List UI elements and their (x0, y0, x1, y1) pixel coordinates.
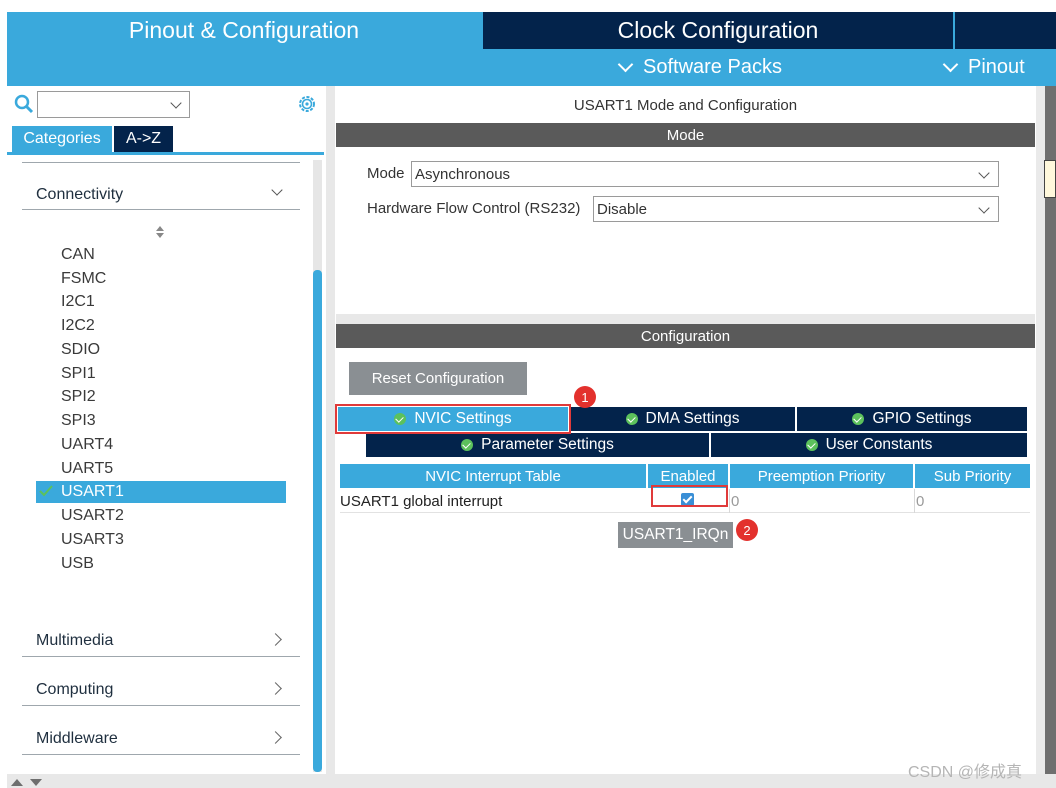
tab-gpio-settings[interactable]: GPIO Settings (797, 407, 1027, 431)
chevron-down-icon (978, 167, 990, 179)
peripheral-item[interactable]: UART4 (61, 436, 113, 454)
tab-parameter-label: Parameter Settings (481, 436, 614, 453)
column-header-sub-priority[interactable]: Sub Priority (915, 464, 1030, 488)
check-circle-icon (625, 413, 638, 425)
configuration-section-header: Configuration (336, 324, 1035, 348)
tab-parameter-settings[interactable]: Parameter Settings (366, 433, 709, 457)
tab-a-z[interactable]: A->Z (114, 126, 173, 152)
check-circle-icon (852, 413, 865, 425)
category-connectivity[interactable]: Connectivity (36, 186, 123, 204)
tab-dma-settings[interactable]: DMA Settings (570, 407, 795, 431)
hw-flow-select-value: Disable (597, 200, 648, 218)
peripheral-item[interactable]: SPI3 (61, 412, 96, 430)
preemption-priority-cell[interactable]: 0 (731, 489, 911, 513)
peripheral-item[interactable]: FSMC (61, 270, 106, 288)
reset-configuration-button[interactable]: Reset Configuration (349, 362, 527, 395)
cell-divider (729, 489, 730, 513)
peripheral-item[interactable]: USART2 (61, 507, 124, 525)
annotation-highlight-box (335, 404, 571, 434)
divider (22, 705, 300, 706)
right-edge-marker (1044, 160, 1056, 198)
software-packs-menu[interactable]: Software Packs (617, 49, 782, 86)
tab-user-constants[interactable]: User Constants (711, 433, 1027, 457)
chevron-down-icon (978, 202, 990, 214)
panel-gap (336, 314, 1035, 324)
peripheral-item-selected[interactable]: USART1 (61, 483, 124, 501)
tab-clock-configuration[interactable]: Clock Configuration (483, 12, 953, 49)
annotation-badge: 1 (574, 386, 596, 408)
hw-flow-label: Hardware Flow Control (RS232) (367, 200, 581, 217)
bottom-bar (7, 774, 1056, 788)
chevron-down-icon (942, 56, 959, 73)
irq-name-label: USART1_IRQn (618, 522, 733, 548)
sort-icon[interactable] (155, 226, 165, 238)
annotation-badge: 2 (736, 519, 758, 541)
column-header-preemption[interactable]: Preemption Priority (730, 464, 913, 488)
check-icon (39, 485, 53, 497)
mode-select-value: Asynchronous (415, 165, 511, 183)
mode-select[interactable]: Asynchronous (411, 161, 999, 187)
search-icon[interactable] (14, 94, 36, 116)
sidebar-scrollbar-thumb[interactable] (313, 270, 322, 772)
peripheral-item[interactable]: I2C1 (61, 293, 95, 311)
column-header-interrupt[interactable]: NVIC Interrupt Table (340, 464, 646, 488)
sub-priority-cell[interactable]: 0 (916, 489, 1026, 513)
search-input[interactable] (37, 91, 190, 118)
peripheral-item[interactable]: USB (61, 555, 94, 573)
hw-flow-select[interactable]: Disable (593, 196, 999, 222)
divider (22, 209, 300, 210)
interrupt-name-cell: USART1 global interrupt (340, 492, 503, 510)
mode-section-header: Mode (336, 123, 1035, 147)
peripheral-item[interactable]: SDIO (61, 341, 100, 359)
pinout-label: Pinout (968, 56, 1025, 78)
tab-pinout-configuration[interactable]: Pinout & Configuration (7, 12, 481, 49)
tab-dma-label: DMA Settings (645, 410, 740, 427)
check-circle-icon (805, 439, 818, 451)
category-computing[interactable]: Computing (36, 681, 113, 699)
watermark: CSDN @修成真 (908, 764, 1023, 781)
peripheral-item[interactable]: CAN (61, 246, 95, 264)
chevron-down-icon (170, 97, 182, 109)
tab-underline (7, 152, 324, 155)
cell-divider (914, 489, 915, 513)
peripheral-item[interactable]: UART5 (61, 460, 113, 478)
pinout-menu[interactable]: Pinout (942, 49, 1025, 86)
tab-categories[interactable]: Categories (12, 126, 112, 152)
mode-label: Mode (367, 165, 405, 182)
peripheral-item[interactable]: SPI1 (61, 365, 96, 383)
check-circle-icon (461, 439, 474, 451)
peripheral-item[interactable]: I2C2 (61, 317, 95, 335)
software-packs-label: Software Packs (643, 56, 782, 78)
sub-menu-bar (7, 49, 1056, 86)
chevron-down-icon (617, 56, 634, 73)
category-middleware[interactable]: Middleware (36, 730, 118, 748)
tab-extra[interactable] (955, 12, 1056, 49)
page-title: USART1 Mode and Configuration (573, 96, 798, 114)
category-multimedia[interactable]: Multimedia (36, 632, 113, 650)
peripheral-item[interactable]: USART3 (61, 531, 124, 549)
divider (22, 754, 300, 755)
splitter[interactable] (326, 86, 335, 776)
collapse-arrows-icon[interactable] (8, 777, 48, 788)
peripheral-item[interactable]: SPI2 (61, 388, 96, 406)
gear-icon[interactable] (296, 93, 318, 115)
divider (22, 656, 300, 657)
divider (22, 162, 300, 163)
tab-gpio-label: GPIO Settings (872, 410, 972, 427)
annotation-highlight-box (651, 485, 728, 507)
tab-user-constants-label: User Constants (825, 436, 933, 453)
